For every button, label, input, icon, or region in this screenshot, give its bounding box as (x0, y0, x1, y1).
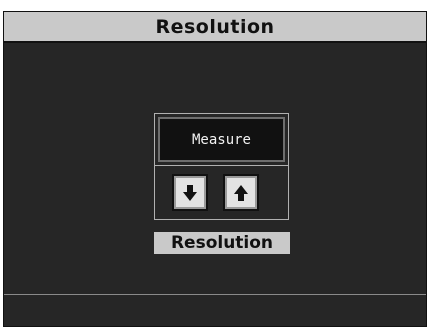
bottom-divider (4, 294, 426, 295)
divider (155, 165, 288, 166)
value-display: Measure (158, 117, 285, 162)
lcd-screen: Resolution Measure Resolution (3, 11, 427, 327)
increment-button[interactable] (223, 174, 259, 211)
decrement-button[interactable] (172, 174, 208, 211)
arrow-down-icon (183, 184, 197, 201)
value-control: Measure (154, 113, 289, 220)
arrow-up-icon (234, 184, 248, 201)
current-value: Measure (191, 131, 251, 148)
parameter-caption: Resolution (154, 232, 290, 254)
screen-title: Resolution (155, 15, 275, 38)
title-bar: Resolution (4, 12, 426, 43)
caption-label: Resolution (170, 233, 274, 253)
